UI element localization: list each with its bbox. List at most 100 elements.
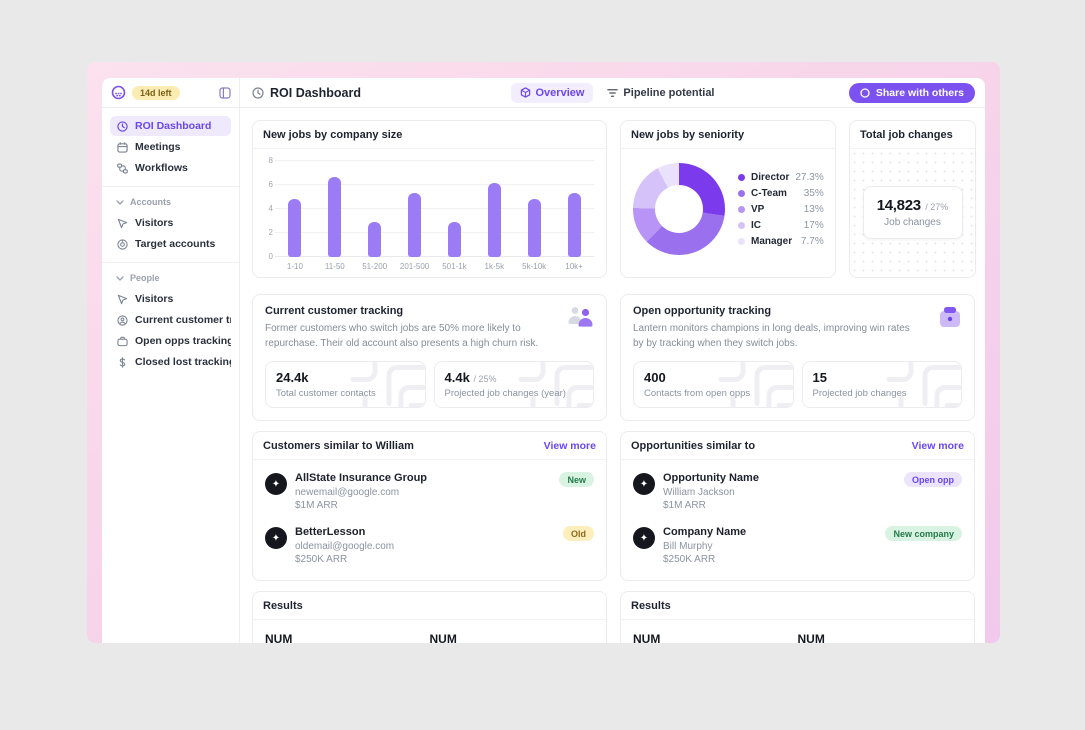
stat-value: 4.4k	[445, 370, 470, 385]
sidebar-item-visitors-accounts[interactable]: Visitors	[110, 213, 231, 233]
card-title: New jobs by seniority	[631, 129, 744, 141]
view-more-link[interactable]: View more	[912, 440, 964, 452]
item-arr: $1M ARR	[663, 500, 759, 511]
sidebar-item-label: Target accounts	[135, 238, 215, 250]
lantern-logo-icon[interactable]	[111, 85, 126, 100]
x-tick-label: 5k-10k	[514, 262, 554, 271]
sidebar-header: 14d left	[102, 78, 240, 107]
result-stat: NUM Job changes in last 12 months	[798, 632, 963, 643]
legend-label: Director	[751, 172, 789, 183]
sidebar-item-label: Closed lost tracking	[135, 356, 231, 368]
item-arr: $250K ARR	[295, 554, 394, 565]
sidebar-item-current-customer-tracking[interactable]: Current customer trac...	[110, 310, 231, 330]
item-name: BetterLesson	[295, 526, 394, 538]
card-current-customer-tracking: Current customer tracking Former custome…	[252, 294, 607, 421]
x-tick-label: 501-1k	[435, 262, 475, 271]
bars	[275, 161, 594, 257]
clock-icon	[116, 120, 128, 132]
legend-label: IC	[751, 220, 798, 231]
list-item-opportunity[interactable]: ✦ Opportunity Name William Jackson $1M A…	[633, 464, 962, 518]
list-item-customer[interactable]: ✦ BetterLesson oldemail@google.com $250K…	[265, 518, 594, 572]
card-title: Total job changes	[860, 129, 953, 141]
section-label: Accounts	[130, 197, 171, 207]
sparkle-avatar: ✦	[633, 473, 655, 495]
y-tick-label: 2	[269, 228, 273, 237]
sidebar-item-workflows[interactable]: Workflows	[110, 158, 231, 178]
card-title: New jobs by company size	[263, 129, 402, 141]
sparkle-avatar: ✦	[265, 527, 287, 549]
x-tick-label: 11-50	[315, 262, 355, 271]
sidebar: ROI Dashboard Meetings Workflows Account…	[102, 108, 240, 643]
card-title: Results	[263, 600, 303, 612]
bar-501-1k	[448, 222, 461, 257]
sidebar-section-people[interactable]: People	[110, 271, 231, 289]
sidebar-item-label: ROI Dashboard	[135, 120, 211, 132]
sidebar-item-roi-dashboard[interactable]: ROI Dashboard	[110, 116, 231, 136]
legend-dot	[738, 238, 745, 245]
donut-legend: Director27.3%C-Team35%VP13%IC17%Manager7…	[738, 172, 824, 247]
status-badge: New company	[885, 526, 962, 541]
sidebar-item-label: Open opps tracking	[135, 335, 231, 347]
sidebar-toggle-icon[interactable]	[219, 87, 231, 99]
plot-area	[275, 161, 594, 257]
item-name: Opportunity Name	[663, 472, 759, 484]
legend-dot	[738, 222, 745, 229]
x-tick-label: 201-500	[395, 262, 435, 271]
share-with-others-button[interactable]: Share with others	[849, 83, 975, 103]
app-window: 14d left ROI Dashboard	[102, 78, 985, 643]
user-circle-icon	[116, 314, 128, 326]
sidebar-section-accounts[interactable]: Accounts	[110, 195, 231, 213]
circle-icon	[860, 88, 870, 98]
bar-5k-10k	[528, 199, 541, 257]
legend-label: C-Team	[751, 188, 798, 199]
card-new-jobs-by-seniority: New jobs by seniority Director27.3% C-Tea…	[620, 120, 836, 278]
topbar: 14d left ROI Dashboard	[102, 78, 985, 108]
stat-value: NUM	[633, 632, 798, 643]
x-tick-label: 10k+	[554, 262, 594, 271]
card-total-job-changes: Total job changes 14,823 / 27% Job chang…	[849, 120, 976, 278]
stat-box-projected-job-changes: 15 Projected job changes	[802, 361, 963, 408]
y-tick-label: 6	[269, 180, 273, 189]
tab-bar: Overview Pipeline potential	[511, 83, 715, 103]
briefcase-icon	[116, 335, 128, 347]
people-icon	[566, 305, 594, 327]
stat-label: Projected job changes	[813, 388, 952, 399]
tab-label: Pipeline potential	[623, 87, 714, 99]
sidebar-item-visitors-people[interactable]: Visitors	[110, 289, 231, 309]
item-name: AllState Insurance Group	[295, 472, 427, 484]
x-tick-label: 1-10	[275, 262, 315, 271]
filter-icon	[607, 88, 618, 98]
sidebar-item-label: Visitors	[135, 293, 173, 305]
list-item-opportunity[interactable]: ✦ Company Name Bill Murphy $250K ARR New…	[633, 518, 962, 572]
sidebar-item-closed-lost-tracking[interactable]: Closed lost tracking	[110, 352, 231, 372]
sidebar-item-meetings[interactable]: Meetings	[110, 137, 231, 157]
donut-chart	[633, 163, 725, 255]
stat-label: Projected job changes (year)	[445, 388, 584, 399]
legend-item: Director27.3%	[738, 172, 824, 183]
sidebar-item-label: Visitors	[135, 217, 173, 229]
item-contact: Bill Murphy	[663, 541, 746, 552]
sidebar-item-target-accounts[interactable]: Target accounts	[110, 234, 231, 254]
sidebar-item-label: Meetings	[135, 141, 181, 153]
card-new-jobs-by-company-size: New jobs by company size 02468 1-1011-50…	[252, 120, 607, 278]
dashboard-main: New jobs by company size 02468 1-1011-50…	[240, 108, 985, 643]
stat-label: Total customer contacts	[276, 388, 415, 399]
dotted-panel: 14,823 / 27% Job changes	[850, 149, 975, 276]
bar-1k-5k	[488, 183, 501, 257]
tab-pipeline-potential[interactable]: Pipeline potential	[607, 87, 714, 99]
sidebar-item-open-opps-tracking[interactable]: Open opps tracking	[110, 331, 231, 351]
bar-51-200	[368, 222, 381, 257]
stat-value: NUM	[265, 632, 430, 643]
legend-item: VP13%	[738, 204, 824, 215]
stat-label: Contacts from open opps	[644, 388, 783, 399]
legend-dot	[738, 174, 745, 181]
legend-value: 13%	[804, 204, 824, 215]
view-more-link[interactable]: View more	[544, 440, 596, 452]
list-item-customer[interactable]: ✦ AllState Insurance Group newemail@goog…	[265, 464, 594, 518]
card-title: Customers similar to William	[263, 440, 414, 452]
card-title: Results	[631, 600, 671, 612]
tab-overview[interactable]: Overview	[511, 83, 594, 103]
card-title: Open opportunity tracking	[633, 305, 962, 317]
stat-label: Job changes	[874, 217, 952, 228]
x-tick-label: 1k-5k	[474, 262, 514, 271]
